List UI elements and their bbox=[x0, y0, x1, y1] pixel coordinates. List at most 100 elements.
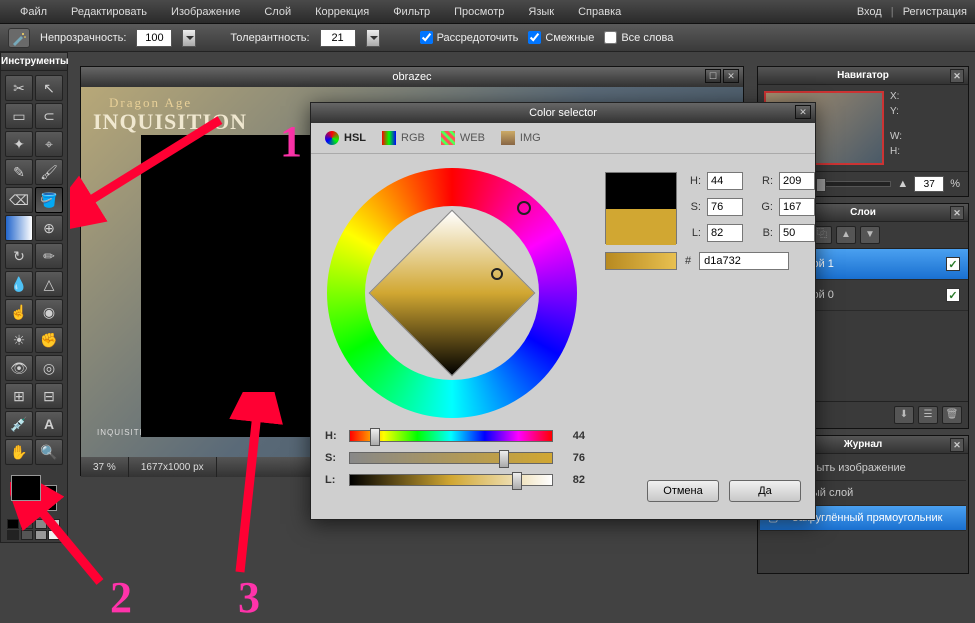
contiguous-checkbox[interactable] bbox=[528, 31, 541, 44]
h-slider-value: 44 bbox=[561, 430, 585, 442]
new-color[interactable] bbox=[606, 209, 676, 245]
sponge-tool[interactable]: ◉ bbox=[35, 299, 63, 325]
smudge-tool[interactable]: ☝ bbox=[5, 299, 33, 325]
l-input[interactable] bbox=[707, 224, 743, 242]
antialias-label: Рассредоточить bbox=[437, 32, 519, 44]
picker-tool[interactable]: 💉 bbox=[5, 411, 33, 437]
layer-visible-checkbox[interactable]: ✓ bbox=[946, 288, 960, 302]
doc-zoom: 37 bbox=[93, 462, 104, 473]
color-preview bbox=[605, 172, 677, 244]
bucket-tool[interactable]: 🪣 bbox=[35, 187, 63, 213]
eraser-tool[interactable]: ⌫ bbox=[5, 187, 33, 213]
menu-filter[interactable]: Фильтр bbox=[381, 6, 442, 18]
h-slider[interactable] bbox=[349, 430, 553, 442]
l-slider[interactable] bbox=[349, 474, 553, 486]
move-tool[interactable]: ↖ bbox=[35, 75, 63, 101]
flatten-button[interactable]: ☰ bbox=[918, 406, 938, 424]
navigator-close[interactable]: ✕ bbox=[950, 69, 964, 83]
menu-view[interactable]: Просмотр bbox=[442, 6, 516, 18]
menu-lang[interactable]: Язык bbox=[516, 6, 566, 18]
tolerance-label: Толерантность: bbox=[230, 32, 309, 44]
hand-tool[interactable]: ✋ bbox=[5, 439, 33, 465]
opacity-dropdown[interactable] bbox=[182, 29, 196, 47]
burn-tool[interactable]: ✊ bbox=[35, 327, 63, 353]
mini-palette[interactable] bbox=[1, 517, 67, 542]
marquee-tool[interactable]: ▭ bbox=[5, 103, 33, 129]
pinch-tool[interactable]: ⊟ bbox=[35, 383, 63, 409]
close-button[interactable]: ✕ bbox=[723, 69, 739, 83]
opacity-input[interactable] bbox=[136, 29, 172, 47]
dodge-tool[interactable]: ☀ bbox=[5, 327, 33, 353]
s-slider-value: 76 bbox=[561, 452, 585, 464]
up-layer-button[interactable]: ▲ bbox=[836, 226, 856, 244]
black-rectangle-layer bbox=[141, 135, 325, 437]
draw-tool[interactable]: ✏ bbox=[35, 243, 63, 269]
old-color[interactable] bbox=[606, 173, 676, 209]
pencil-tool[interactable]: ✎ bbox=[5, 159, 33, 185]
sharpen-tool[interactable]: △ bbox=[35, 271, 63, 297]
bloat-tool[interactable]: ⊞ bbox=[5, 383, 33, 409]
zoom-input[interactable] bbox=[914, 176, 944, 192]
layers-close[interactable]: ✕ bbox=[950, 206, 964, 220]
delete-layer-button[interactable]: 🗑 bbox=[942, 406, 962, 424]
color-swatch[interactable] bbox=[11, 475, 57, 511]
tab-img[interactable]: IMG bbox=[501, 131, 541, 145]
alllayers-checkbox[interactable] bbox=[604, 31, 617, 44]
color-wheel[interactable] bbox=[327, 168, 577, 418]
hue-marker[interactable] bbox=[517, 201, 531, 215]
clone-tool[interactable]: ⊕ bbox=[35, 215, 63, 241]
tab-web[interactable]: WEB bbox=[441, 131, 485, 145]
alllayers-label: Все слова bbox=[621, 32, 673, 44]
crop-tool[interactable]: ✂ bbox=[5, 75, 33, 101]
menu-help[interactable]: Справка bbox=[566, 6, 633, 18]
gradient-tool[interactable] bbox=[5, 215, 33, 241]
color-tabs: HSL RGB WEB IMG bbox=[311, 123, 815, 154]
wand-tool[interactable]: ✦ bbox=[5, 131, 33, 157]
spot-tool[interactable]: ◎ bbox=[35, 355, 63, 381]
foreground-color[interactable] bbox=[11, 475, 41, 501]
login-link[interactable]: Вход bbox=[857, 6, 882, 18]
merge-layer-button[interactable]: ⬇ bbox=[894, 406, 914, 424]
game-title-2: INQUISITION bbox=[93, 109, 247, 135]
type-tool[interactable]: A bbox=[35, 411, 63, 437]
hex-input[interactable] bbox=[699, 252, 789, 270]
minimize-button[interactable]: ☐ bbox=[705, 69, 721, 83]
b-input[interactable] bbox=[779, 224, 815, 242]
brush-tool[interactable]: 🖌 bbox=[35, 159, 63, 185]
g-input[interactable] bbox=[779, 198, 815, 216]
tab-rgb[interactable]: RGB bbox=[382, 131, 425, 145]
menu-adjust[interactable]: Коррекция bbox=[303, 6, 381, 18]
tolerance-dropdown[interactable] bbox=[366, 29, 380, 47]
zoom-in-icon[interactable]: ▲ bbox=[897, 178, 908, 190]
menu-image[interactable]: Изображение bbox=[159, 6, 252, 18]
brush-select-tool[interactable]: ⌖ bbox=[35, 131, 63, 157]
l-slider-value: 82 bbox=[561, 474, 585, 486]
sl-marker[interactable] bbox=[491, 268, 503, 280]
color-selector-close[interactable]: ✕ bbox=[795, 105, 811, 119]
menu-layer[interactable]: Слой bbox=[252, 6, 303, 18]
document-titlebar[interactable]: obrazec ☐ ✕ bbox=[81, 67, 743, 87]
h-input[interactable] bbox=[707, 172, 743, 190]
antialias-checkbox[interactable] bbox=[420, 31, 433, 44]
lasso-tool[interactable]: ⊂ bbox=[35, 103, 63, 129]
color-selector-titlebar[interactable]: Color selector ✕ bbox=[311, 103, 815, 123]
blur-tool[interactable]: 💧 bbox=[5, 271, 33, 297]
s-slider[interactable] bbox=[349, 452, 553, 464]
ok-button[interactable]: Да bbox=[729, 480, 801, 502]
menu-file[interactable]: Файл bbox=[8, 6, 59, 18]
redeye-tool[interactable]: 👁 bbox=[5, 355, 33, 381]
replace-tool[interactable]: ↻ bbox=[5, 243, 33, 269]
menu-edit[interactable]: Редактировать bbox=[59, 6, 159, 18]
r-input[interactable] bbox=[779, 172, 815, 190]
tab-hsl[interactable]: HSL bbox=[325, 131, 366, 145]
zoom-tool[interactable]: 🔍 bbox=[35, 439, 63, 465]
annotation-number-2: 2 bbox=[110, 572, 132, 623]
tolerance-input[interactable] bbox=[320, 29, 356, 47]
down-layer-button[interactable]: ▼ bbox=[860, 226, 880, 244]
s-input[interactable] bbox=[707, 198, 743, 216]
journal-close[interactable]: ✕ bbox=[950, 438, 964, 452]
opacity-label: Непрозрачность: bbox=[40, 32, 126, 44]
layer-visible-checkbox[interactable]: ✓ bbox=[946, 257, 960, 271]
register-link[interactable]: Регистрация bbox=[903, 6, 967, 18]
cancel-button[interactable]: Отмена bbox=[647, 480, 719, 502]
